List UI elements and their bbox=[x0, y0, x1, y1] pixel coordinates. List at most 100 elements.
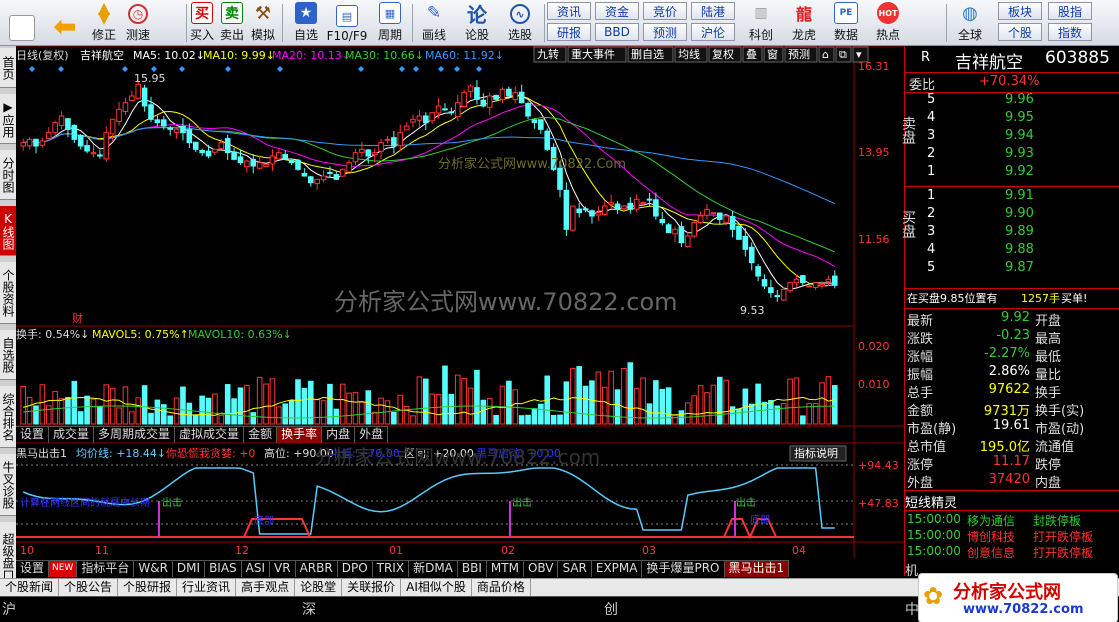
candle-body bbox=[601, 205, 608, 216]
calendar-icon: ▦ bbox=[379, 2, 401, 24]
candle-body bbox=[378, 142, 384, 152]
speed-test-button[interactable]: ◷ 测速 bbox=[120, 0, 156, 46]
discuss-button[interactable]: 论 论股 bbox=[458, 0, 496, 46]
forecast-button[interactable]: 预测 bbox=[643, 23, 687, 41]
hk-connect-button[interactable]: 陆港 bbox=[691, 2, 735, 20]
volume-bar bbox=[33, 405, 39, 425]
stock-picker-button[interactable]: ∿ 选股 bbox=[500, 0, 540, 46]
tab-ranking[interactable]: 综合排名 bbox=[0, 386, 16, 448]
tab-commodity-prices[interactable]: 商品价格 bbox=[472, 579, 531, 596]
sell-button[interactable]: 卖 卖出 bbox=[218, 0, 246, 46]
tab-related-quotes[interactable]: 关联报价 bbox=[342, 579, 402, 596]
draw-line-button[interactable]: ✎ 画线 bbox=[416, 0, 452, 46]
tab-mtm[interactable]: MTM bbox=[487, 561, 524, 577]
tab-kline[interactable]: K线图 bbox=[0, 206, 16, 256]
bbd-button[interactable]: BBD bbox=[595, 23, 639, 41]
tab-expma[interactable]: EXPMA bbox=[592, 561, 643, 577]
tab-dpo[interactable]: DPO bbox=[338, 561, 373, 577]
tab-volume[interactable]: 成交量 bbox=[49, 427, 95, 443]
candle-body bbox=[116, 108, 122, 123]
tab-turnover[interactable]: 换手率 bbox=[277, 427, 323, 443]
tab-inner[interactable]: 内盘 bbox=[322, 427, 356, 443]
candle-body bbox=[704, 208, 710, 216]
dragon-icon: 龍 bbox=[795, 5, 812, 24]
candle-body bbox=[787, 282, 793, 292]
tab-watchlist[interactable]: 自选股 bbox=[0, 330, 16, 380]
tab-home[interactable]: 首页 bbox=[0, 48, 16, 88]
fix-button[interactable]: ▲ ▼ 修正 bbox=[88, 0, 120, 46]
volume-bar bbox=[90, 398, 97, 425]
candle-body bbox=[314, 178, 320, 184]
volume-bar bbox=[531, 408, 538, 425]
chart-button-label-2: 删自选 bbox=[631, 48, 664, 61]
grid-icon-button[interactable] bbox=[4, 0, 40, 46]
candle-body bbox=[461, 92, 467, 108]
tab-ind-settings[interactable]: 设置 bbox=[16, 561, 50, 577]
buy-button[interactable]: 买 买入 bbox=[188, 0, 216, 46]
index-futures-button[interactable]: 股指 bbox=[1048, 2, 1092, 20]
candle-body bbox=[359, 148, 365, 153]
tab-obv[interactable]: OBV bbox=[524, 561, 559, 577]
status-sz[interactable]: 深 bbox=[302, 599, 316, 619]
sector-button[interactable]: 板块 bbox=[998, 2, 1042, 20]
volume-bar bbox=[665, 387, 672, 425]
tab-asi[interactable]: ASI bbox=[242, 561, 271, 577]
tab-vol-settings[interactable]: 设置 bbox=[16, 427, 50, 443]
tab-stock-info[interactable]: 个股资料 bbox=[0, 262, 16, 324]
watchlist-button[interactable]: ★ 自选 bbox=[288, 0, 324, 46]
tab-wr[interactable]: W&R bbox=[134, 561, 173, 577]
auction-button[interactable]: 竞价 bbox=[643, 2, 687, 20]
tab-dark-horse[interactable]: 黑马出击1 bbox=[724, 561, 790, 577]
star-market-button[interactable]: ▥ 科创 bbox=[742, 0, 780, 46]
tab-multi-volume[interactable]: 多周期成交量 bbox=[94, 427, 176, 443]
status-sh[interactable]: 沪 bbox=[2, 599, 16, 619]
news-button[interactable]: 资讯 bbox=[547, 2, 591, 20]
shanghai-london-button[interactable]: 沪伦 bbox=[691, 23, 735, 41]
hot-button[interactable]: HOT 热点 bbox=[868, 0, 908, 46]
back-button[interactable]: ⬅ bbox=[46, 0, 84, 46]
tab-arbr[interactable]: ARBR bbox=[296, 561, 338, 577]
research-button[interactable]: 研报 bbox=[547, 23, 591, 41]
tab-stock-announcements[interactable]: 个股公告 bbox=[59, 579, 119, 596]
f10-button[interactable]: ▤ F10/F9 bbox=[324, 0, 370, 46]
global-button[interactable]: ◍ 全球 bbox=[950, 0, 990, 46]
tab-stock-research[interactable]: 个股研报 bbox=[118, 579, 178, 596]
tab-intraday[interactable]: 分时图 bbox=[0, 150, 16, 200]
stock-button[interactable]: 个股 bbox=[998, 23, 1042, 41]
main-toolbar: ⬅ ▲ ▼ 修正 ◷ 测速 买 买入 卖 卖出 ⚒ 模拟 ★ 自选 ▤ F10/F… bbox=[0, 0, 1119, 46]
tab-turnover-pro[interactable]: 换手爆量PRO bbox=[642, 561, 725, 577]
tab-industry-news[interactable]: 行业资讯 bbox=[177, 579, 237, 596]
period-button[interactable]: ▦ 周期 bbox=[372, 0, 408, 46]
tab-bias[interactable]: BIAS bbox=[205, 561, 242, 577]
tab-new-dma[interactable]: 新DMA bbox=[409, 561, 458, 577]
funds-button[interactable]: 资金 bbox=[595, 2, 639, 20]
period-label: 日线(复权) bbox=[16, 48, 69, 62]
candle-body bbox=[653, 199, 659, 217]
candle-body bbox=[435, 105, 442, 114]
index-button[interactable]: 指数 bbox=[1048, 23, 1092, 41]
tab-sar[interactable]: SAR bbox=[558, 561, 592, 577]
tab-amount[interactable]: 金额 bbox=[244, 427, 278, 443]
data-button[interactable]: PE 数据 bbox=[826, 0, 866, 46]
chart-area[interactable]: 日线(复权) 吉祥航空 MA5: 10.02↓ MA10: 9.99↓ MA20… bbox=[16, 46, 904, 578]
candle-body bbox=[122, 102, 129, 113]
tab-bbi[interactable]: BBI bbox=[458, 561, 487, 577]
candle-body bbox=[301, 172, 308, 177]
tab-vr[interactable]: VR bbox=[270, 561, 296, 577]
dragon-tiger-button[interactable]: 龍 龙虎 bbox=[784, 0, 824, 46]
tab-stock-news[interactable]: 个股新闻 bbox=[0, 579, 60, 596]
tab-forum[interactable]: 论股堂 bbox=[295, 579, 343, 596]
tab-outer[interactable]: 外盘 bbox=[355, 427, 389, 443]
tab-expert-views[interactable]: 高手观点 bbox=[236, 579, 296, 596]
tab-trix[interactable]: TRIX bbox=[373, 561, 410, 577]
tab-ai-similar[interactable]: AI相似个股 bbox=[401, 579, 472, 596]
volume-bar bbox=[672, 414, 678, 425]
tab-diagnosis[interactable]: 牛叉诊股 bbox=[0, 454, 16, 516]
status-zh[interactable]: 中 bbox=[905, 599, 919, 619]
tab-virtual-volume[interactable]: 虚拟成交量 bbox=[175, 427, 245, 443]
tab-dmi[interactable]: DMI bbox=[173, 561, 206, 577]
status-cy[interactable]: 创 bbox=[604, 599, 618, 619]
tab-apps[interactable]: ▶ 应用 bbox=[0, 94, 16, 144]
tab-indicator-platform[interactable]: 指标平台 bbox=[77, 561, 135, 577]
simulate-button[interactable]: ⚒ 模拟 bbox=[248, 0, 278, 46]
